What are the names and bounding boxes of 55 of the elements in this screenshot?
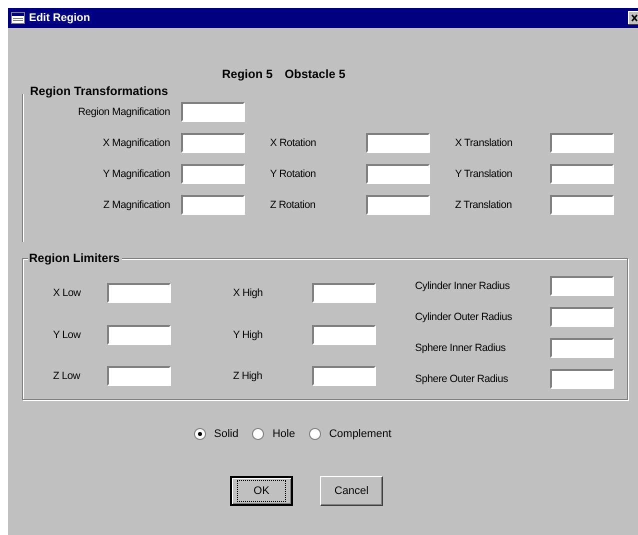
input-field[interactable] [550, 369, 614, 389]
dialog-button[interactable]: Cancel [320, 476, 383, 506]
field-label: Z Low [52, 369, 82, 384]
field-label: Cylinder Inner Radius [414, 279, 511, 294]
input-field[interactable] [550, 133, 614, 153]
window-icon [11, 12, 25, 24]
field-label: Sphere Outer Radius [414, 372, 509, 387]
input-field[interactable] [312, 283, 376, 303]
field-label: Y High [232, 328, 264, 343]
input-field[interactable] [107, 366, 171, 386]
input-field[interactable] [107, 324, 171, 345]
input-field[interactable] [107, 283, 171, 303]
field-label: Y Rotation [269, 167, 317, 182]
input-field[interactable] [550, 307, 614, 327]
field-label: Z High [232, 369, 264, 384]
input-field[interactable] [312, 324, 376, 345]
input-field[interactable] [181, 133, 245, 153]
input-field[interactable] [181, 102, 245, 122]
dialog-button[interactable]: OK [230, 476, 293, 506]
radio-button[interactable] [194, 428, 206, 440]
field-label: Z Rotation [269, 198, 316, 213]
field-label: Y Magnification [102, 167, 171, 182]
group-title: Region Transformations [29, 84, 170, 100]
input-field[interactable] [550, 195, 614, 215]
radio-option[interactable]: Solid [194, 428, 238, 440]
input-field[interactable] [366, 195, 430, 215]
field-label: Y Translation [454, 167, 514, 182]
input-field[interactable] [312, 366, 376, 386]
radio-button[interactable] [252, 428, 264, 440]
input-field[interactable] [550, 338, 614, 358]
field-label: X Low [52, 286, 82, 301]
region-label: Region 5 [222, 67, 273, 82]
obstacle-label: Obstacle 5 [284, 67, 346, 82]
input-field[interactable] [550, 164, 614, 184]
input-field[interactable] [366, 164, 430, 184]
radio-button[interactable] [309, 428, 322, 440]
input-field[interactable] [550, 276, 614, 296]
field-label: X High [232, 286, 264, 301]
field-label: Y Low [52, 328, 82, 343]
field-label: X Magnification [102, 136, 171, 151]
group-title: Region Limiters [28, 251, 122, 265]
field-label: Cylinder Outer Radius [414, 310, 513, 325]
radio-option[interactable]: Complement [309, 428, 392, 440]
field-label: X Translation [454, 136, 514, 151]
field-label: X Rotation [269, 136, 318, 151]
input-field[interactable] [366, 133, 430, 153]
close-icon[interactable] [628, 11, 638, 25]
radio-option[interactable]: Hole [252, 428, 296, 440]
window-title: Edit Region [29, 12, 90, 24]
input-field[interactable] [181, 164, 245, 184]
field-label: Sphere Inner Radius [414, 341, 507, 356]
field-label: Z Translation [454, 198, 513, 213]
field-label: Z Magnification [102, 198, 171, 213]
field-label: Region Magnification [76, 105, 171, 120]
input-field[interactable] [181, 195, 245, 215]
